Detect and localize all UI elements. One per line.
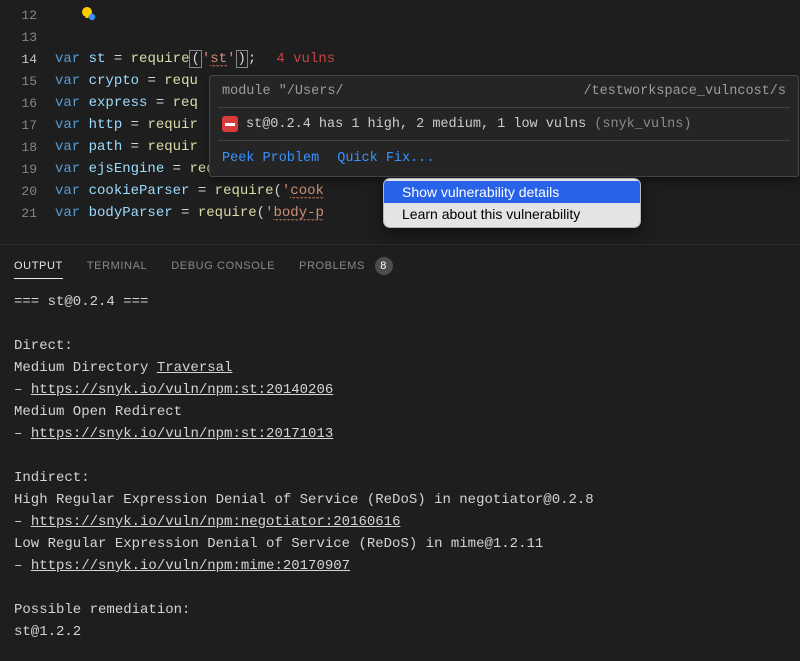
module-path: "/Users/ bbox=[279, 84, 344, 99]
diagnostic-text: st@0.2.4 has 1 high, 2 medium, 1 low vul… bbox=[246, 117, 586, 132]
line-number: 12 bbox=[0, 8, 55, 23]
output-line: Medium Open Redirect bbox=[14, 401, 786, 423]
output-link[interactable]: https://snyk.io/vuln/npm:st:20140206 bbox=[31, 382, 333, 398]
code-line[interactable]: var bodyParser = require('body-p bbox=[55, 205, 324, 221]
code-line[interactable]: var cookieParser = require('cook bbox=[55, 183, 324, 199]
output-header: === st@0.2.4 === bbox=[14, 291, 786, 313]
code-line[interactable]: var express = req bbox=[55, 95, 198, 111]
code-line[interactable]: var st = require('st');4 vulns bbox=[55, 51, 335, 67]
line-number: 20 bbox=[0, 184, 55, 199]
code-line[interactable]: var http = requir bbox=[55, 117, 198, 133]
no-entry-icon bbox=[222, 116, 238, 132]
tab-terminal[interactable]: TERMINAL bbox=[87, 256, 147, 278]
module-label: module bbox=[222, 84, 271, 99]
output-line: Traversal bbox=[157, 360, 233, 376]
tab-debug-console[interactable]: DEBUG CONSOLE bbox=[171, 256, 275, 278]
line-number: 13 bbox=[0, 30, 55, 45]
line-number: 17 bbox=[0, 118, 55, 133]
vuln-hint: 4 vulns bbox=[256, 51, 335, 67]
lightbulb-icon[interactable] bbox=[80, 5, 96, 21]
peek-problem-link[interactable]: Peek Problem bbox=[222, 151, 319, 166]
menu-item-show-details[interactable]: Show vulnerability details bbox=[384, 181, 640, 203]
code-line[interactable]: var path = requir bbox=[55, 139, 198, 155]
line-number: 18 bbox=[0, 140, 55, 155]
output-line: Low Regular Expression Denial of Service… bbox=[14, 533, 786, 555]
output-link[interactable]: https://snyk.io/vuln/npm:st:20171013 bbox=[31, 426, 333, 442]
output-remediation: st@1.2.2 bbox=[14, 621, 786, 643]
tab-problems[interactable]: PROBLEMS 8 bbox=[299, 253, 393, 281]
output-link[interactable]: https://snyk.io/vuln/npm:mime:20170907 bbox=[31, 558, 350, 574]
panel-tabs: OUTPUT TERMINAL DEBUG CONSOLE PROBLEMS 8 bbox=[0, 244, 800, 281]
problems-count-badge: 8 bbox=[375, 257, 393, 275]
quickfix-menu[interactable]: Show vulnerability details Learn about t… bbox=[383, 178, 641, 228]
quick-fix-link[interactable]: Quick Fix... bbox=[337, 151, 434, 166]
line-number: 19 bbox=[0, 162, 55, 177]
line-number: 21 bbox=[0, 206, 55, 221]
menu-item-learn[interactable]: Learn about this vulnerability bbox=[384, 203, 640, 225]
output-indirect-label: Indirect: bbox=[14, 467, 786, 489]
output-remediation-label: Possible remediation: bbox=[14, 599, 786, 621]
output-link[interactable]: https://snyk.io/vuln/npm:negotiator:2016… bbox=[31, 514, 401, 530]
output-line: High Regular Expression Denial of Servic… bbox=[14, 489, 786, 511]
hover-tooltip: module "/Users/ /testworkspace_vulncost/… bbox=[209, 75, 799, 177]
code-line[interactable]: var crypto = requ bbox=[55, 73, 198, 89]
output-panel[interactable]: === st@0.2.4 === Direct: Medium Director… bbox=[0, 281, 800, 657]
line-number: 15 bbox=[0, 74, 55, 89]
module-path-tail: /testworkspace_vulncost/s bbox=[583, 84, 786, 99]
tab-output[interactable]: OUTPUT bbox=[14, 256, 63, 279]
line-number: 14 bbox=[0, 52, 55, 67]
line-number: 16 bbox=[0, 96, 55, 111]
output-direct-label: Direct: bbox=[14, 335, 786, 357]
output-line: Medium Directory bbox=[14, 360, 157, 376]
diagnostic-source: (snyk_vulns) bbox=[594, 117, 691, 132]
